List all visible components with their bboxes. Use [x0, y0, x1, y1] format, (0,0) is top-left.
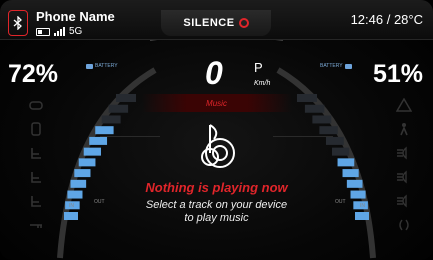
battery-segment	[312, 115, 332, 124]
phone-status: 5G	[36, 26, 82, 37]
divider-right	[273, 136, 333, 137]
battery-segment	[74, 169, 91, 178]
music-note-icon	[201, 124, 235, 168]
battery-segment	[319, 126, 338, 135]
top-bar: Phone Name 5G SILENCE 12:46 / 28°C	[0, 0, 433, 40]
brand-circle-icon	[238, 18, 249, 28]
warning-triangle-icon	[396, 98, 412, 112]
fog-light-icon	[396, 218, 412, 232]
battery-segment	[325, 136, 344, 145]
brand-logo: SILENCE	[183, 17, 235, 29]
now-playing-subtitle-2: to play music	[184, 212, 249, 224]
brand-plate: SILENCE	[161, 10, 271, 36]
headlight-icon	[396, 194, 412, 208]
phone-name: Phone Name	[36, 9, 115, 24]
speed-value: 0	[205, 55, 223, 91]
battery-segment	[101, 115, 121, 124]
headlight-icon	[396, 170, 412, 184]
left-status-icons	[28, 98, 44, 232]
seatbelt-icon	[396, 122, 412, 136]
time-temperature: 12:46 / 28°C	[350, 12, 423, 27]
battery-right-label: BATTERY	[320, 63, 352, 69]
battery-icon	[86, 63, 93, 69]
battery-segment	[95, 126, 114, 135]
right-status-icons	[396, 98, 412, 232]
battery-segment	[78, 158, 96, 167]
seat-icon	[28, 194, 44, 208]
speed-unit: Km/h	[254, 80, 271, 87]
battery-right-percent: 51%	[372, 60, 423, 88]
battery-segment	[83, 147, 101, 156]
network-type: 5G	[69, 26, 83, 37]
battery-segment	[332, 147, 350, 156]
vehicle-outline-icon	[28, 98, 44, 112]
gear-indicator: P	[254, 60, 263, 75]
seat-icon	[28, 146, 44, 160]
tab-music[interactable]: Music	[0, 99, 433, 108]
car-top-icon	[28, 122, 44, 136]
battery-segment	[89, 136, 108, 145]
seat-icon	[28, 170, 44, 184]
battery-segment	[342, 169, 359, 178]
battery-icon	[344, 63, 352, 69]
divider-left	[100, 136, 160, 137]
now-playing-title: Nothing is playing now	[145, 180, 288, 195]
battery-left-label: BATTERY	[86, 63, 118, 69]
key-icon	[28, 218, 44, 232]
headlight-icon	[396, 146, 412, 160]
signal-icon	[54, 27, 65, 36]
dashboard-screen: Phone Name 5G SILENCE 12:46 / 28°C 72% B…	[0, 0, 433, 260]
now-playing-subtitle-1: Select a track on your device	[145, 199, 288, 211]
battery-left-percent: 72%	[8, 60, 59, 88]
battery-segment	[337, 158, 355, 167]
bluetooth-icon[interactable]	[8, 10, 28, 36]
phone-battery-icon	[36, 27, 50, 36]
